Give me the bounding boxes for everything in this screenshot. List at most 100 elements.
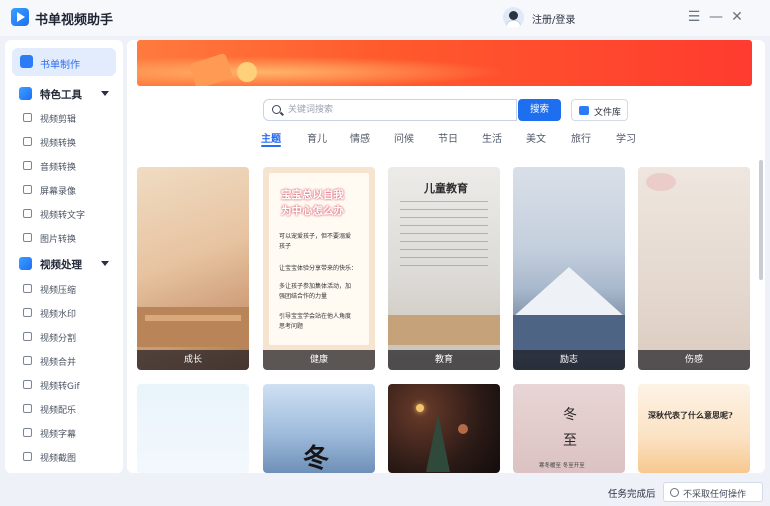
tab-essay[interactable]: 美文 <box>526 130 546 145</box>
poster-text: 让宝宝体验分享带来的快乐： <box>279 265 358 272</box>
template-card[interactable]: 冬 <box>263 384 375 473</box>
screenshot-icon <box>23 452 32 461</box>
template-caption: 伤感 <box>638 350 750 370</box>
chevron-down-icon <box>101 261 109 266</box>
tab-festival[interactable]: 节日 <box>438 130 458 145</box>
sidebar-item-video-merge[interactable]: 视频合并 <box>22 352 118 370</box>
poster-text: 可以宠爱孩子，但不要溺爱 <box>279 233 352 240</box>
template-card[interactable]: 儿童教育 教育 <box>388 167 500 370</box>
sidebar-item-video-compress[interactable]: 视频压缩 <box>22 280 118 298</box>
search-button[interactable]: 搜索 <box>518 99 561 121</box>
record-icon <box>23 185 32 194</box>
template-caption: 励志 <box>513 350 625 370</box>
audio-icon <box>23 161 32 170</box>
poster-title-line1: 冬 <box>563 407 577 423</box>
template-card[interactable]: 冬 至 寒冬暖至 冬至开至 <box>513 384 625 473</box>
template-card[interactable] <box>388 384 500 473</box>
sidebar-item-label: 屏幕录像 <box>40 187 77 197</box>
poster-text: 思考问题 <box>279 323 304 330</box>
app-logo-icon <box>11 8 29 26</box>
sidebar-item-video-screenshot[interactable]: 视频截图 <box>22 448 118 466</box>
sidebar-item-video-convert[interactable]: 视频转换 <box>22 133 118 151</box>
poster-title: 儿童教育 <box>424 182 468 195</box>
music-icon <box>23 404 32 413</box>
tab-parenting[interactable]: 育儿 <box>307 130 327 145</box>
split-icon <box>23 332 32 341</box>
template-card[interactable]: 伤感 <box>638 167 750 370</box>
after-task-select[interactable]: 不采取任何操作 <box>663 482 763 502</box>
sidebar-item-video-to-gif[interactable]: 视频转Gif <box>22 376 118 394</box>
tab-emotion[interactable]: 情感 <box>350 130 370 145</box>
tab-theme[interactable]: 主题 <box>261 130 281 145</box>
template-card[interactable]: 深秋代表了什么意思呢? <box>638 384 750 473</box>
template-card[interactable]: 成长 <box>137 167 249 370</box>
sidebar-item-label: 视频配乐 <box>40 406 77 416</box>
tab-greeting[interactable]: 问候 <box>394 130 414 145</box>
promo-banner[interactable] <box>137 40 752 86</box>
compress-icon <box>23 284 32 293</box>
sidebar-item-label: 视频合并 <box>40 358 77 368</box>
template-card[interactable] <box>137 384 249 473</box>
template-caption: 健康 <box>263 350 375 370</box>
sidebar-item-label: 图片转换 <box>40 235 77 245</box>
sidebar-item-label: 视频转换 <box>40 139 77 149</box>
subtitle-icon <box>23 428 32 437</box>
booklist-icon <box>20 55 33 68</box>
sidebar-item-booklist[interactable]: 书单制作 <box>12 48 116 76</box>
close-icon[interactable]: ✕ <box>729 9 745 25</box>
crop-icon <box>23 113 32 122</box>
poster-title-line2: 至 <box>563 433 577 449</box>
sidebar-item-label: 视频截图 <box>40 454 77 464</box>
sidebar-item-video-cut[interactable]: 视频剪辑 <box>22 109 118 127</box>
poster-title: 深秋代表了什么意思呢? <box>648 410 733 420</box>
sidebar-item-label: 视频剪辑 <box>40 115 77 125</box>
search-icon <box>272 105 281 114</box>
poster-text: 多让孩子参加集体活动，加 <box>279 283 352 290</box>
no-action-icon <box>670 488 679 497</box>
poster-title: 冬 <box>303 444 330 473</box>
tab-travel[interactable]: 旅行 <box>571 130 591 145</box>
menu-icon[interactable]: ☰ <box>686 9 702 25</box>
sidebar-item-video-music[interactable]: 视频配乐 <box>22 400 118 418</box>
text-icon <box>23 209 32 218</box>
video-convert-icon <box>23 137 32 146</box>
sidebar-item-label: 视频压缩 <box>40 286 77 296</box>
sidebar-item-label: 视频水印 <box>40 310 77 320</box>
avatar[interactable] <box>503 7 524 28</box>
poster-title-line1: 宝宝总以自我 <box>281 189 344 201</box>
sidebar-item-screen-record[interactable]: 屏幕录像 <box>22 181 118 199</box>
sidebar-item-label: 视频分割 <box>40 334 77 344</box>
search-input[interactable] <box>288 103 508 117</box>
tab-life[interactable]: 生活 <box>482 130 502 145</box>
sidebar-item-video-to-text[interactable]: 视频转文字 <box>22 205 118 223</box>
sidebar-item-label: 视频字幕 <box>40 430 77 440</box>
video-icon <box>19 257 32 270</box>
tab-study[interactable]: 学习 <box>616 130 636 145</box>
template-card[interactable]: 励志 <box>513 167 625 370</box>
gif-icon <box>23 380 32 389</box>
template-card[interactable]: 宝宝总以自我 为中心怎么办 可以宠爱孩子，但不要溺爱 孩子 让宝宝体验分享带来的… <box>263 167 375 370</box>
poster-text: 孩子 <box>279 243 292 250</box>
sidebar-item-label: 书单制作 <box>40 60 80 71</box>
sidebar-item-video-subtitle[interactable]: 视频字幕 <box>22 424 118 442</box>
active-tab-indicator <box>261 145 281 147</box>
sidebar-item-label: 视频转Gif <box>40 382 80 392</box>
sidebar-item-video-watermark[interactable]: 视频水印 <box>22 304 118 322</box>
main-panel: 搜索 文件库 主题 育儿 情感 问候 节日 生活 美文 旅行 学习 成长 宝宝总… <box>127 40 765 473</box>
section-video-processing[interactable]: 视频处理 <box>17 254 117 274</box>
search-box <box>263 99 517 121</box>
title-bar: 书单视频助手 注册/登录 ☰ — ✕ <box>0 0 770 36</box>
merge-icon <box>23 356 32 365</box>
minimize-icon[interactable]: — <box>708 9 724 25</box>
login-link[interactable]: 注册/登录 <box>532 11 575 26</box>
sidebar-item-audio-convert[interactable]: 音频转换 <box>22 157 118 175</box>
sidebar-item-image-convert[interactable]: 图片转换 <box>22 229 118 247</box>
sidebar-item-video-split[interactable]: 视频分割 <box>22 328 118 346</box>
app-title: 书单视频助手 <box>35 13 114 28</box>
section-special-tools[interactable]: 特色工具 <box>17 84 117 104</box>
chevron-down-icon <box>101 91 109 96</box>
scrollbar[interactable] <box>759 160 763 280</box>
file-library-button[interactable]: 文件库 <box>571 99 628 121</box>
template-caption: 成长 <box>137 350 249 370</box>
poster-subtitle: 寒冬暖至 冬至开至 <box>539 463 585 469</box>
